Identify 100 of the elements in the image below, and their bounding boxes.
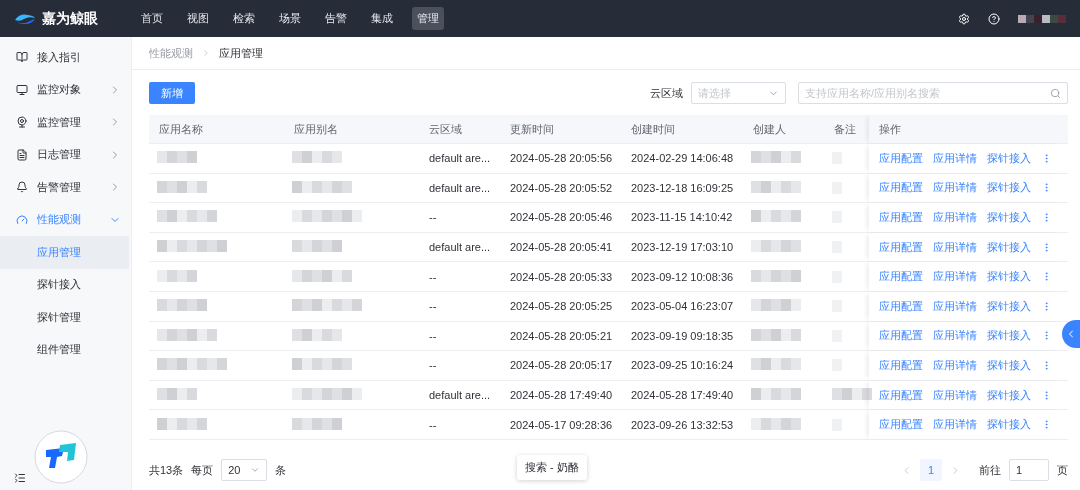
action-link[interactable]: 应用配置 (879, 417, 923, 433)
redacted-text (292, 180, 352, 193)
action-link[interactable]: 应用详情 (933, 357, 977, 373)
table-cell-text: 2024-02-29 14:06:48 (630, 152, 735, 165)
nav-tab[interactable]: 检索 (228, 7, 260, 30)
redacted-text (157, 388, 197, 401)
sidebar-item[interactable]: 监控对象 (0, 73, 131, 106)
nav-tab[interactable]: 管理 (412, 7, 444, 30)
action-link[interactable]: 探针接入 (987, 387, 1031, 403)
action-link[interactable]: 探针接入 (987, 210, 1031, 225)
action-link[interactable]: 应用详情 (933, 387, 977, 403)
user-avatar[interactable] (1018, 14, 1066, 23)
total-count: 共13条 (149, 462, 184, 478)
page-size-select[interactable]: 20 (221, 459, 268, 481)
redacted-text (292, 358, 352, 371)
action-link[interactable]: 探针接入 (987, 328, 1031, 344)
table-cell-text: 2024-05-28 20:05:52 (509, 181, 614, 194)
table-cell-text: 2024-05-28 20:05:21 (509, 329, 614, 342)
table-cell-text: default are... (428, 152, 492, 165)
sidebar-item[interactable]: 日志管理 (0, 138, 131, 171)
table-cell-text: 2023-11-15 14:10:42 (630, 211, 734, 224)
page-unit: 页 (1057, 462, 1068, 478)
sidebar-item[interactable]: 监控管理 (0, 106, 131, 139)
action-link[interactable]: 应用配置 (879, 328, 923, 344)
sidebar-subitem[interactable]: 探针管理 (0, 301, 129, 334)
table-cell-text: 2023-12-19 17:03:10 (630, 241, 735, 254)
action-link[interactable]: 应用配置 (879, 239, 923, 255)
settings-icon[interactable] (958, 12, 970, 25)
table-cell-text: 2023-12-18 16:09:25 (630, 181, 735, 194)
action-link[interactable]: 应用详情 (933, 328, 977, 344)
table-cell-text: 2024-05-28 17:49:40 (630, 389, 735, 402)
app-logo-icon (34, 430, 88, 484)
breadcrumb-current: 应用管理 (219, 45, 263, 61)
action-link[interactable]: 应用配置 (879, 180, 923, 196)
nav-tab[interactable]: 视图 (182, 7, 214, 30)
action-link[interactable]: 应用详情 (933, 298, 977, 314)
redacted-text (751, 210, 801, 223)
help-icon[interactable] (988, 12, 1000, 25)
column-header: 应用名称 (158, 121, 204, 137)
action-link[interactable]: 探针接入 (987, 180, 1031, 196)
sidebar-subitem[interactable]: 组件管理 (0, 333, 129, 366)
table-cell-text: 2024-05-28 20:05:56 (509, 152, 614, 165)
redacted-text (157, 328, 217, 341)
table-cell-text: -- (428, 329, 438, 342)
goto-page-field[interactable]: 1 (1009, 459, 1049, 481)
redacted-text (157, 240, 227, 253)
table-cell-text: 2024-05-28 20:05:25 (509, 300, 614, 313)
redacted-text (292, 299, 362, 312)
redacted-text (157, 269, 197, 282)
monitor-icon (16, 83, 28, 96)
redacted-text (157, 180, 207, 193)
sidebar-item[interactable]: 告警管理 (0, 171, 131, 204)
nav-tab[interactable]: 集成 (366, 7, 398, 30)
action-link[interactable]: 应用详情 (933, 269, 977, 285)
action-link[interactable]: 应用详情 (933, 210, 977, 225)
table-cell-text: 2024-05-28 20:05:17 (509, 359, 614, 372)
action-link[interactable]: 探针接入 (987, 298, 1031, 314)
action-link[interactable]: 应用详情 (933, 239, 977, 255)
action-link[interactable]: 探针接入 (987, 269, 1031, 285)
redacted-text (157, 417, 207, 430)
action-link[interactable]: 应用配置 (879, 150, 923, 166)
redacted-text (157, 151, 197, 164)
action-link[interactable]: 探针接入 (987, 239, 1031, 255)
column-header: 云区域 (428, 121, 463, 137)
action-link[interactable]: 应用详情 (933, 180, 977, 196)
collapse-icon[interactable] (14, 472, 26, 484)
sidebar-item[interactable]: 接入指引 (0, 41, 131, 74)
action-link[interactable]: 应用配置 (879, 357, 923, 373)
redacted-text (292, 240, 342, 253)
action-link[interactable]: 应用配置 (879, 298, 923, 314)
table-cell-text: 2023-09-12 10:08:36 (630, 270, 735, 283)
sidebar-subitem[interactable]: 应用管理 (0, 236, 129, 269)
sidebar-item[interactable]: 性能观测 (0, 203, 131, 236)
logo-icon (14, 12, 36, 25)
redacted-text (751, 180, 801, 193)
nav-tab[interactable]: 首页 (136, 7, 168, 30)
action-link[interactable]: 应用配置 (879, 269, 923, 285)
action-link[interactable]: 探针接入 (987, 417, 1031, 433)
redacted-text (157, 299, 207, 312)
column-header: 更新时间 (509, 121, 555, 137)
action-link[interactable]: 探针接入 (987, 357, 1031, 373)
redacted-text (292, 388, 362, 401)
add-button[interactable]: 新增 (149, 82, 195, 104)
redacted-text (292, 269, 352, 282)
action-link[interactable]: 探针接入 (987, 150, 1031, 166)
table-cell-text: -- (428, 300, 438, 313)
action-link[interactable]: 应用配置 (879, 387, 923, 403)
chevron-right-icon (201, 48, 211, 58)
breadcrumb-link[interactable]: 性能观测 (149, 45, 193, 61)
action-link[interactable]: 应用配置 (879, 210, 923, 225)
table-cell-text: 2024-05-28 20:05:41 (509, 241, 614, 254)
sidebar-subitem[interactable]: 探针接入 (0, 268, 129, 301)
nav-tab[interactable]: 场景 (274, 7, 306, 30)
document-icon (16, 148, 28, 161)
action-link[interactable]: 应用详情 (933, 150, 977, 166)
nav-tab[interactable]: 告警 (320, 7, 352, 30)
page-number[interactable]: 1 (920, 459, 942, 481)
brand-name: 嘉为鲸眼 (42, 9, 98, 28)
action-link[interactable]: 应用详情 (933, 417, 977, 433)
redacted-text (751, 358, 801, 371)
